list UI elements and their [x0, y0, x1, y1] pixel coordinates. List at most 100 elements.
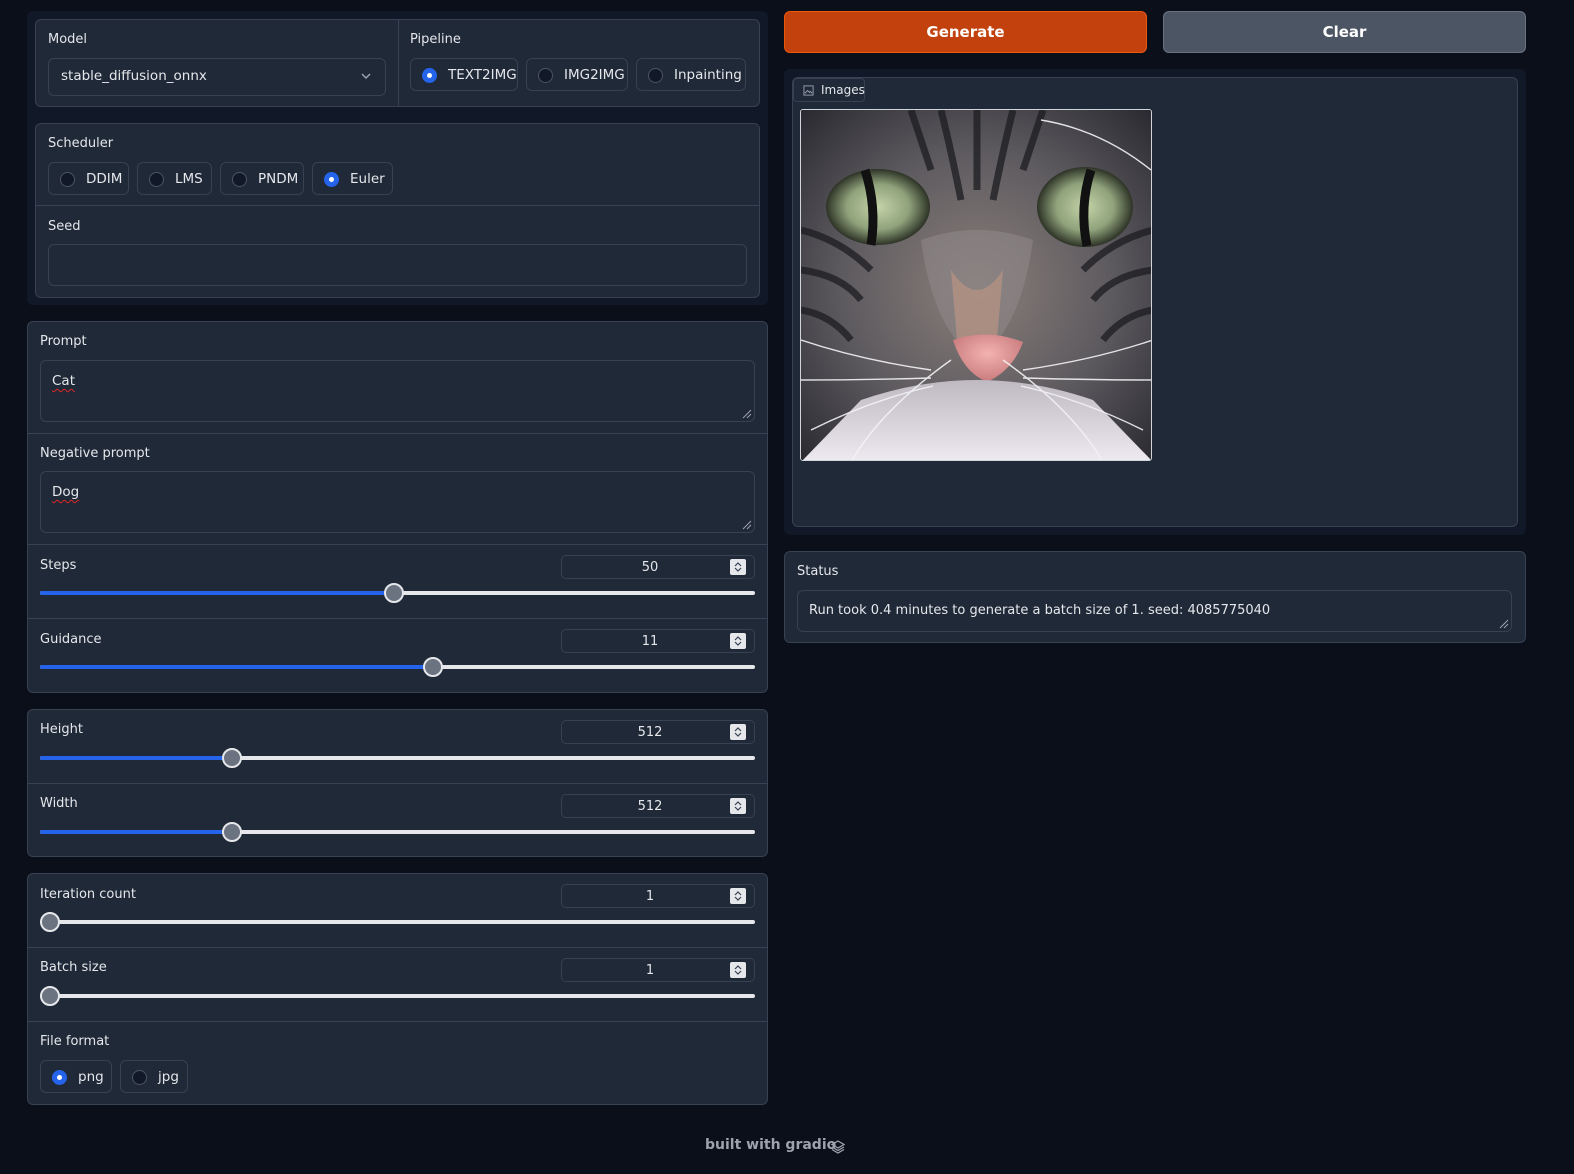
guidance-slider[interactable]: [40, 657, 755, 677]
radio-selected-icon: [324, 172, 339, 187]
negative-prompt-label: Negative prompt: [40, 446, 150, 461]
batch-size-slider[interactable]: [40, 986, 755, 1006]
prompt-label: Prompt: [40, 334, 87, 349]
height-value: 512: [637, 725, 663, 740]
batch-size-value: 1: [645, 963, 655, 978]
height-number-input[interactable]: 512: [561, 720, 755, 744]
divider: [28, 544, 767, 545]
model-label: Model: [48, 32, 88, 47]
generate-button[interactable]: Generate: [784, 11, 1147, 53]
scheduler-option-label: Euler: [350, 171, 385, 187]
spinner-icon[interactable]: [730, 888, 746, 904]
radio-unselected-icon: [538, 68, 553, 83]
seed-label: Seed: [48, 219, 81, 234]
status-output: Run took 0.4 minutes to generate a batch…: [797, 590, 1512, 632]
resize-handle-icon[interactable]: [741, 519, 752, 530]
width-number-input[interactable]: 512: [561, 794, 755, 818]
status-text: Run took 0.4 minutes to generate a batch…: [809, 603, 1271, 618]
pipeline-option-label: TEXT2IMG: [448, 67, 517, 83]
pipeline-option-label: IMG2IMG: [564, 67, 625, 83]
guidance-value: 11: [641, 634, 659, 649]
steps-number-input[interactable]: 50: [561, 555, 755, 579]
pipeline-option-label: Inpainting: [674, 67, 742, 83]
width-slider[interactable]: [40, 822, 755, 842]
iteration-count-number-input[interactable]: 1: [561, 884, 755, 908]
divider: [28, 1021, 767, 1022]
divider: [28, 433, 767, 434]
gallery-label: Images: [821, 83, 865, 97]
clear-button[interactable]: Clear: [1163, 11, 1526, 53]
scheduler-option-lms[interactable]: LMS: [137, 162, 212, 195]
pipeline-option-img2img[interactable]: IMG2IMG: [526, 58, 628, 91]
batch-size-label: Batch size: [40, 960, 107, 975]
radio-unselected-icon: [232, 172, 247, 187]
steps-slider[interactable]: [40, 583, 755, 603]
prompt-input[interactable]: Cat: [40, 360, 755, 422]
slider-fill: [40, 591, 394, 595]
radio-unselected-icon: [60, 172, 75, 187]
file-format-option-png[interactable]: png: [40, 1060, 112, 1093]
spinner-icon[interactable]: [730, 559, 746, 575]
spinner-icon[interactable]: [730, 962, 746, 978]
model-dropdown[interactable]: stable_diffusion_onnx: [48, 58, 386, 96]
steps-label: Steps: [40, 558, 77, 573]
footer-link[interactable]: built with gradio: [705, 1137, 846, 1157]
divider: [28, 947, 767, 948]
footer-text: built with gradio: [705, 1137, 837, 1153]
pipeline-option-text2img[interactable]: TEXT2IMG: [410, 58, 518, 91]
negative-prompt-text: Dog: [52, 484, 80, 500]
spinner-icon[interactable]: [730, 798, 746, 814]
image-icon: [803, 85, 814, 96]
radio-selected-icon: [52, 1070, 67, 1085]
iteration-count-value: 1: [645, 889, 655, 904]
pipeline-option-inpainting[interactable]: Inpainting: [636, 58, 746, 91]
iteration-count-slider[interactable]: [40, 912, 755, 932]
resize-handle-icon[interactable]: [741, 408, 752, 419]
slider-fill: [40, 830, 232, 834]
file-format-option-label: png: [78, 1069, 104, 1085]
negative-prompt-input[interactable]: Dog: [40, 471, 755, 533]
divider: [28, 783, 767, 784]
scheduler-option-ddim[interactable]: DDIM: [48, 162, 129, 195]
slider-thumb[interactable]: [221, 748, 242, 768]
slider-fill: [40, 665, 433, 669]
slider-thumb[interactable]: [221, 822, 242, 842]
file-format-label: File format: [40, 1034, 110, 1049]
resize-handle-icon[interactable]: [1498, 618, 1509, 629]
width-label: Width: [40, 796, 78, 811]
status-label: Status: [797, 564, 839, 579]
gradio-logo-icon: [830, 1140, 846, 1154]
divider: [36, 205, 759, 206]
radio-unselected-icon: [648, 68, 663, 83]
scheduler-option-label: LMS: [175, 171, 203, 187]
steps-value: 50: [641, 560, 659, 575]
scheduler-label: Scheduler: [48, 136, 114, 151]
scheduler-option-pndm[interactable]: PNDM: [220, 162, 304, 195]
scheduler-option-euler[interactable]: Euler: [312, 162, 393, 195]
radio-unselected-icon: [132, 1070, 147, 1085]
spinner-icon[interactable]: [730, 724, 746, 740]
seed-input[interactable]: [48, 244, 747, 286]
radio-unselected-icon: [149, 172, 164, 187]
gallery-label-tag: Images: [793, 78, 865, 102]
batch-size-number-input[interactable]: 1: [561, 958, 755, 982]
file-format-option-jpg[interactable]: jpg: [120, 1060, 188, 1093]
model-value: stable_diffusion_onnx: [61, 68, 207, 84]
width-value: 512: [637, 799, 663, 814]
scheduler-option-label: DDIM: [86, 171, 123, 187]
pipeline-label: Pipeline: [410, 32, 461, 47]
divider: [28, 618, 767, 619]
slider-thumb[interactable]: [422, 657, 443, 677]
spinner-icon[interactable]: [730, 633, 746, 649]
iteration-count-label: Iteration count: [40, 887, 136, 902]
slider-thumb[interactable]: [383, 583, 404, 603]
guidance-number-input[interactable]: 11: [561, 629, 755, 653]
height-slider[interactable]: [40, 748, 755, 768]
height-label: Height: [40, 722, 83, 737]
generated-cat-image: [801, 110, 1151, 460]
guidance-label: Guidance: [40, 632, 102, 647]
prompt-text: Cat: [52, 373, 75, 389]
slider-thumb[interactable]: [40, 912, 60, 932]
generated-image-thumbnail[interactable]: [800, 109, 1152, 461]
slider-thumb[interactable]: [40, 986, 60, 1006]
